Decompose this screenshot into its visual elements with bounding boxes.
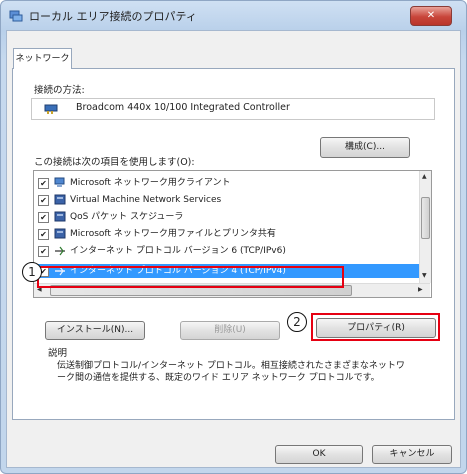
- checkbox[interactable]: ✔: [38, 195, 49, 206]
- scroll-right-icon[interactable]: ▶: [418, 286, 423, 293]
- vertical-scrollbar[interactable]: ▲ ▼: [419, 171, 431, 283]
- list-item-label: Virtual Machine Network Services: [70, 195, 222, 205]
- list-item-label: Microsoft ネットワーク用クライアント: [70, 178, 231, 188]
- checkbox[interactable]: ✔: [38, 229, 49, 240]
- list-item[interactable]: ✔ QoS パケット スケジューラ: [34, 209, 419, 225]
- scroll-up-icon[interactable]: ▲: [422, 173, 427, 180]
- checkbox[interactable]: ✔: [38, 178, 49, 189]
- install-button[interactable]: インストール(N)...: [45, 321, 145, 340]
- protocol-icon: [55, 246, 65, 256]
- network-client-icon: [54, 177, 65, 187]
- highlight-box: [311, 313, 440, 341]
- list-item-label: インターネット プロトコル バージョン 6 (TCP/IPv6): [70, 246, 286, 256]
- window-title: ローカル エリア接続のプロパティ: [29, 10, 197, 23]
- tab-network[interactable]: ネットワーク: [13, 48, 72, 69]
- service-icon: [54, 194, 66, 205]
- scroll-down-icon[interactable]: ▼: [422, 272, 427, 279]
- network-connection-icon: [9, 10, 23, 22]
- list-item[interactable]: ✔ Virtual Machine Network Services: [34, 192, 419, 208]
- cancel-button[interactable]: キャンセル: [372, 445, 452, 464]
- title-bar: ローカル エリア接続のプロパティ ✕: [1, 1, 466, 31]
- highlight-box: [37, 266, 344, 288]
- service-icon: [54, 211, 66, 222]
- list-item-label: Microsoft ネットワーク用ファイルとプリンタ共有: [70, 229, 276, 239]
- adapter-name: Broadcom 440x 10/100 Integrated Controll…: [76, 102, 290, 113]
- service-icon: [54, 228, 66, 239]
- scroll-thumb[interactable]: [421, 197, 430, 239]
- close-button[interactable]: ✕: [410, 6, 452, 26]
- checkbox[interactable]: ✔: [38, 212, 49, 223]
- list-item[interactable]: ✔ Microsoft ネットワーク用クライアント: [34, 175, 419, 191]
- marker-1: 1: [22, 262, 42, 282]
- network-adapter-icon: [44, 104, 58, 114]
- checkbox[interactable]: ✔: [38, 246, 49, 257]
- list-item-label: QoS パケット スケジューラ: [70, 212, 184, 222]
- list-item[interactable]: ✔ Microsoft ネットワーク用ファイルとプリンタ共有: [34, 226, 419, 242]
- marker-2: 2: [287, 312, 307, 332]
- list-item[interactable]: ✔ インターネット プロトコル バージョン 6 (TCP/IPv6): [34, 243, 419, 259]
- configure-button[interactable]: 構成(C)...: [320, 137, 410, 158]
- description-text: 伝送制御プロトコル/インターネット プロトコル。相互接続されたさまざまなネットワ…: [57, 361, 405, 383]
- items-label: この接続は次の項目を使用します(O):: [34, 157, 195, 168]
- ok-button[interactable]: OK: [275, 445, 363, 464]
- description-label: 説明: [48, 348, 68, 359]
- connect-using-label: 接続の方法:: [34, 85, 85, 96]
- uninstall-button[interactable]: 削除(U): [180, 321, 280, 340]
